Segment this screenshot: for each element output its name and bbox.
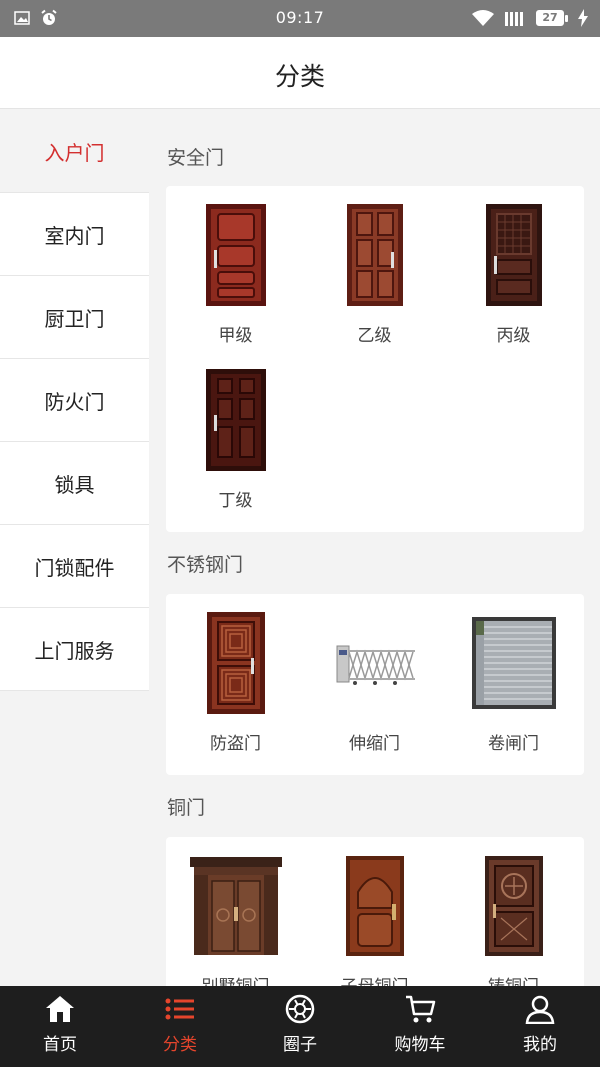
product-grid: 别墅铜门 子母铜门 <box>166 837 584 986</box>
product-item[interactable]: 伸缩门 <box>305 604 444 769</box>
product-label: 铸铜门 <box>488 972 539 986</box>
product-item[interactable]: 卷闸门 <box>444 604 583 769</box>
door-image <box>206 612 265 714</box>
cart-icon <box>406 995 436 1023</box>
tab-label: 我的 <box>523 1035 557 1055</box>
section-title: 不锈钢门 <box>167 554 244 576</box>
product-item[interactable]: 铸铜门 <box>444 847 583 986</box>
list-icon <box>165 998 194 1020</box>
status-bar: 09:17 27 <box>0 0 600 37</box>
charging-icon <box>578 9 588 27</box>
aperture-icon <box>285 994 315 1024</box>
sidebar-item-label: 入户门 <box>44 140 105 165</box>
product-item[interactable]: 乙级 <box>305 196 444 361</box>
sidebar-item-kitchen-bath-door[interactable]: 厨卫门 <box>0 276 149 359</box>
page-header: 分类 <box>0 37 600 109</box>
product-grid: 防盗门 伸缩门 卷闸门 <box>166 594 584 775</box>
tab-label: 首页 <box>43 1035 77 1055</box>
section-title: 铜门 <box>167 797 206 819</box>
sidebar-item-lock-accessories[interactable]: 门锁配件 <box>0 525 149 608</box>
product-grid: 甲级 乙级 丙级 丁级 <box>166 186 584 532</box>
tab-circle[interactable]: 圈子 <box>240 986 360 1067</box>
sidebar-item-label: 室内门 <box>44 223 105 248</box>
sidebar-item-label: 防火门 <box>44 389 105 414</box>
wifi-icon <box>472 10 494 26</box>
door-image <box>484 856 543 956</box>
bottom-tab-bar: 首页 分类 圈子 购物车 我的 <box>0 986 600 1067</box>
product-item[interactable]: 丙级 <box>444 196 583 361</box>
door-image <box>189 857 282 955</box>
page-title: 分类 <box>274 62 325 91</box>
product-label: 卷闸门 <box>488 734 539 754</box>
section-title: 安全门 <box>167 147 225 169</box>
product-label: 防盗门 <box>210 734 261 754</box>
sidebar-item-fire-door[interactable]: 防火门 <box>0 359 149 442</box>
category-content: 安全门 甲级 乙级 丙级 丁级 不锈钢门 防盗门 伸缩门 卷闸门 铜门 <box>166 110 584 986</box>
battery-tip <box>565 14 568 22</box>
product-label: 乙级 <box>357 326 392 346</box>
tab-label: 分类 <box>163 1035 197 1055</box>
sidebar-item-interior-door[interactable]: 室内门 <box>0 193 149 276</box>
home-icon <box>46 996 74 1022</box>
product-item[interactable]: 甲级 <box>166 196 305 361</box>
tab-home[interactable]: 首页 <box>0 986 120 1067</box>
battery-indicator: 27 <box>536 10 568 26</box>
sidebar-item-label: 厨卫门 <box>44 306 105 331</box>
signal-icon <box>505 12 523 26</box>
product-label: 丁级 <box>218 491 253 511</box>
door-image <box>205 204 266 306</box>
product-item[interactable]: 防盗门 <box>166 604 305 769</box>
door-image <box>485 204 542 306</box>
product-label: 甲级 <box>218 326 253 346</box>
tab-category[interactable]: 分类 <box>120 986 240 1067</box>
tab-me[interactable]: 我的 <box>480 986 600 1067</box>
tab-label: 购物车 <box>394 1035 446 1055</box>
product-item[interactable]: 子母铜门 <box>305 847 444 986</box>
category-sidebar: 入户门 室内门 厨卫门 防火门 锁具 门锁配件 上门服务 <box>0 110 149 691</box>
product-label: 丙级 <box>496 326 531 346</box>
sidebar-item-label: 上门服务 <box>34 638 115 663</box>
user-icon <box>525 995 555 1024</box>
shutter-image <box>471 617 556 709</box>
product-label: 子母铜门 <box>341 972 409 986</box>
door-image <box>346 204 403 306</box>
sidebar-item-label: 门锁配件 <box>34 555 115 580</box>
gate-image <box>336 645 415 685</box>
sidebar-item-locks[interactable]: 锁具 <box>0 442 149 525</box>
tab-cart[interactable]: 购物车 <box>360 986 480 1067</box>
product-item[interactable]: 别墅铜门 <box>166 847 305 986</box>
tab-label: 圈子 <box>283 1035 317 1055</box>
product-label: 伸缩门 <box>349 734 400 754</box>
door-image <box>345 856 404 956</box>
door-image <box>205 369 266 471</box>
product-label: 别墅铜门 <box>202 972 270 986</box>
battery-level: 27 <box>536 10 564 26</box>
sidebar-item-onsite-service[interactable]: 上门服务 <box>0 608 149 691</box>
sidebar-item-label: 锁具 <box>54 472 95 497</box>
product-item[interactable]: 丁级 <box>166 361 305 526</box>
sidebar-item-entry-door[interactable]: 入户门 <box>0 110 149 193</box>
